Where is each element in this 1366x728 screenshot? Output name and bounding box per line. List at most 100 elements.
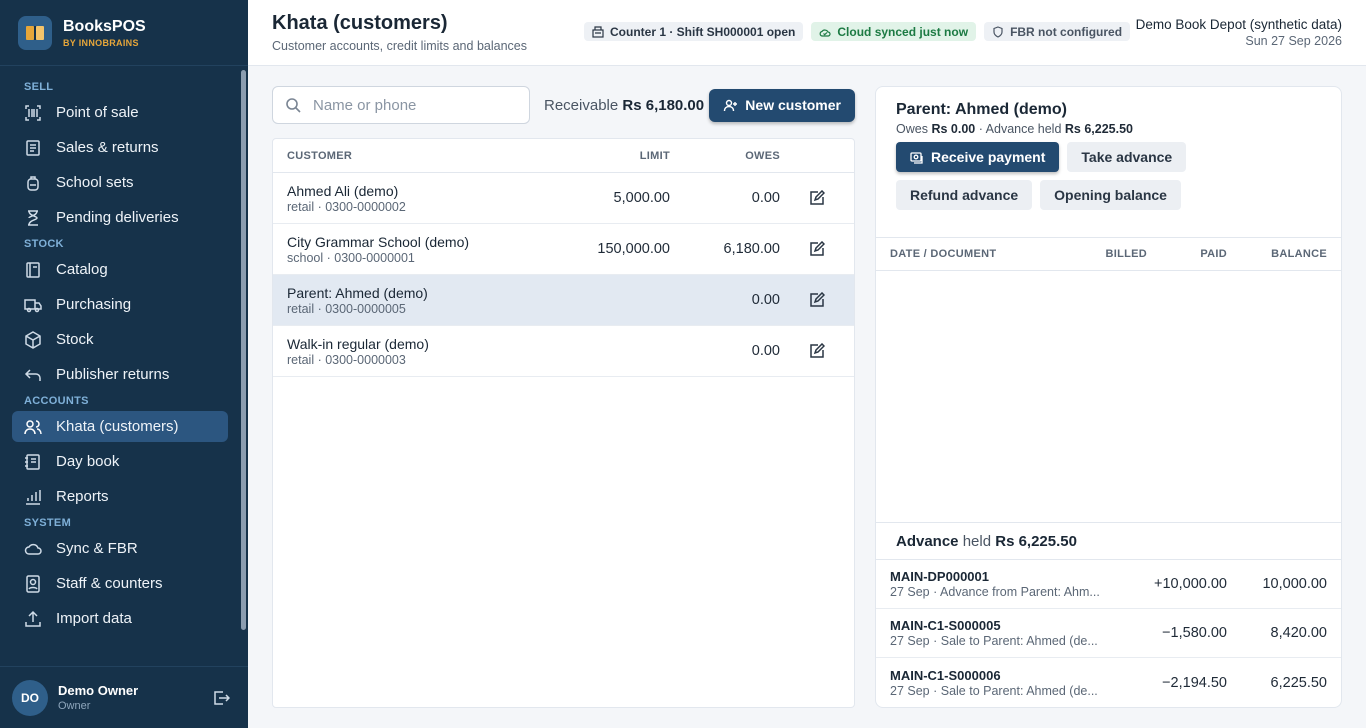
add-user-icon [724,99,738,111]
customer-owes: 6,180.00 [723,241,780,257]
sidebar-item-label: Catalog [56,261,108,278]
customer-meta: retail · 0300-0000002 [287,199,406,214]
sidebar-item-khata[interactable]: Khata (customers) [12,411,228,442]
sidebar-item-label: School sets [56,174,134,191]
advance-description: 27 Sep · Advance from Parent: Ahm... [890,585,1100,599]
sidebar-item-sales-returns[interactable]: Sales & returns [12,132,228,163]
search-input[interactable] [313,96,513,114]
advance-amount: −2,194.50 [1162,674,1227,691]
column-limit[interactable]: LIMIT [563,150,670,162]
search-box[interactable] [272,86,530,124]
advance-held-amount: Rs 6,225.50 [1064,122,1133,136]
customer-name: Ahmed Ali (demo) [287,182,399,199]
advance-balance: 6,225.50 [1270,674,1327,691]
avatar: DO [12,679,48,716]
notebook-icon [25,453,40,470]
users-icon [24,419,42,434]
customer-meta: retail · 0300-0000003 [287,352,406,367]
sidebar-item-purchasing[interactable]: Purchasing [12,289,228,320]
sidebar-item-label: Khata (customers) [56,418,179,435]
list-item[interactable]: MAIN-C1-S000005 27 Sep · Sale to Parent:… [876,609,1341,658]
cloud-sync-badge[interactable]: Cloud synced just now [811,22,977,41]
sidebar-item-label: Publisher returns [56,366,170,383]
customer-detail-panel: Parent: Ahmed (demo) Owes Rs 0.00 · Adva… [875,86,1342,708]
sidebar-item-pending-deliveries[interactable]: Pending deliveries [12,202,228,233]
column-date-document: DATE / DOCUMENT [890,248,997,260]
sidebar-item-label: Sync & FBR [56,540,138,557]
backpack-icon [27,175,39,191]
advance-amount: +10,000.00 [1154,576,1227,592]
sidebar-item-label: Pending deliveries [56,209,179,226]
cloud-check-icon [820,28,831,37]
sidebar-item-import-data[interactable]: Import data [12,603,228,634]
sidebar-item-label: Sales & returns [56,139,159,156]
list-item[interactable]: MAIN-DP000001 27 Sep · Advance from Pare… [876,560,1341,609]
table-row[interactable]: City Grammar School (demo) school · 0300… [273,224,854,275]
advance-section-label: held [962,532,992,550]
receive-payment-label: Receive payment [931,149,1046,165]
sidebar-item-publisher-returns[interactable]: Publisher returns [12,359,228,390]
customer-meta: school · 0300-0000001 [287,250,415,265]
refund-advance-button[interactable]: Refund advance [896,180,1033,210]
logout-icon[interactable] [212,689,230,707]
counter-shift-badge[interactable]: Counter 1 · Shift SH000001 open [584,22,804,41]
receive-payment-button[interactable]: Receive payment [896,142,1060,172]
edit-icon[interactable] [809,292,825,308]
table-row[interactable]: Parent: Ahmed (demo) retail · 0300-00000… [273,275,854,326]
cloud-sync-text: Cloud synced just now [837,24,969,39]
top-bar: Khata (customers) Customer accounts, cre… [248,0,1366,66]
sidebar-item-catalog[interactable]: Catalog [12,254,228,285]
column-customer[interactable]: CUSTOMER [273,150,563,162]
column-billed: BILLED [1105,248,1147,260]
box-icon [25,330,41,349]
sidebar-item-point-of-sale[interactable]: Point of sale [12,97,228,128]
status-chips: Counter 1 · Shift SH000001 open Cloud sy… [584,22,1131,41]
sidebar-nav: SELL Point of sale Sales & returns Schoo… [0,66,248,666]
advance-document-id: MAIN-C1-S000005 [890,618,1001,633]
upload-icon [25,610,41,627]
detail-header: Parent: Ahmed (demo) Owes Rs 0.00 · Adva… [876,87,1341,237]
opening-balance-button[interactable]: Opening balance [1040,180,1181,210]
book-icon [26,261,40,278]
sidebar-scrollbar[interactable] [241,70,246,630]
table-row[interactable]: Ahmed Ali (demo) retail · 0300-0000002 5… [273,173,854,224]
receivable-summary: Receivable Rs 6,180.00 [544,97,704,114]
books-logo-icon [18,15,52,50]
edit-icon[interactable] [809,190,825,206]
content: Receivable Rs 6,180.00 New customer CUST… [248,66,1366,728]
fbr-status-badge[interactable]: FBR not configured [984,22,1131,41]
sidebar-item-day-book[interactable]: Day book [12,446,228,477]
sidebar-item-reports[interactable]: Reports [12,481,228,512]
sidebar-item-label: Point of sale [56,104,139,121]
receivable-amount: Rs 6,180.00 [622,96,705,114]
organization-name: Demo Book Depot (synthetic data) [1135,17,1342,32]
sidebar-item-school-sets[interactable]: School sets [12,167,228,198]
customer-owes: 0.00 [751,343,780,359]
customer-limit: 150,000.00 [597,241,670,257]
edit-icon[interactable] [809,343,825,359]
list-item[interactable]: MAIN-C1-S000006 27 Sep · Sale to Parent:… [876,658,1341,707]
section-accounts: ACCOUNTS [24,395,89,407]
search-icon [286,98,301,113]
column-owes[interactable]: OWES [670,150,780,162]
page-title: Khata (customers) [272,12,448,34]
sidebar-item-label: Day book [56,453,120,470]
take-advance-button[interactable]: Take advance [1067,142,1187,172]
sidebar-item-staff-counters[interactable]: Staff & counters [12,568,228,599]
table-row[interactable]: Walk-in regular (demo) retail · 0300-000… [273,326,854,377]
advance-list: MAIN-DP000001 27 Sep · Advance from Pare… [876,560,1341,707]
id-badge-icon [26,574,40,593]
sidebar-item-label: Import data [56,610,132,627]
new-customer-button[interactable]: New customer [709,88,855,122]
return-arrow-icon [24,368,41,381]
truck-icon [24,298,42,312]
advance-held-label: · Advance held [978,122,1062,136]
sidebar-item-stock[interactable]: Stock [12,324,228,355]
edit-icon[interactable] [809,241,825,257]
advance-section-amount: Rs 6,225.50 [995,532,1077,550]
sidebar-item-sync-fbr[interactable]: Sync & FBR [12,533,228,564]
new-customer-label: New customer [745,97,841,113]
receipt-icon [26,139,40,156]
sidebar-item-label: Purchasing [56,296,132,313]
advance-section-header: Advance held Rs 6,225.50 [876,522,1341,560]
